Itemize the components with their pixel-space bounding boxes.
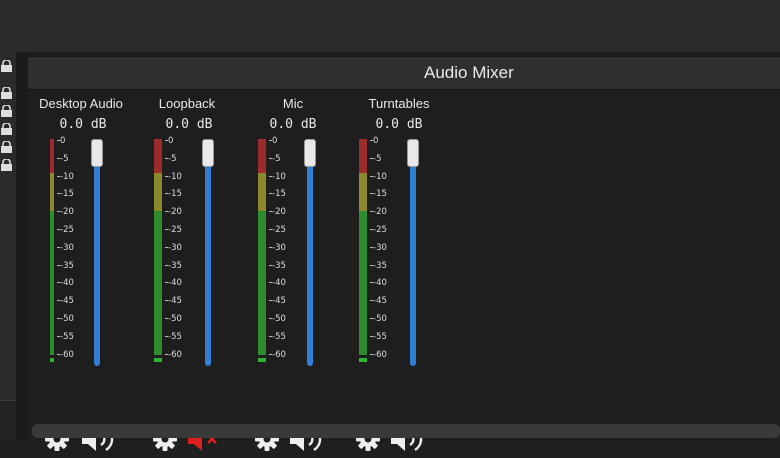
meter-tick-label: -30 <box>370 242 387 253</box>
lock-icon[interactable] <box>0 60 13 72</box>
meter-tick-label: -55 <box>57 331 74 342</box>
audio-mixer-dock: Audio Mixer Desktop Audio 0.0 dB 0 -5 -10 -… <box>28 52 780 452</box>
mixer-channel-loopback: Loopback 0.0 dB 0 -5 -10 -15 -20 -25 -30 -35 -40… <box>136 94 246 451</box>
meter-tick-label: -45 <box>370 296 387 307</box>
meter-tick-label: -25 <box>269 225 286 235</box>
meter-scale: 0 -5 -10 -15 -20 -25 -30 -35 -40 -45 -50 -55 -60 <box>268 136 304 360</box>
meter-tick-label: -20 <box>165 207 182 218</box>
meter-tick-label: -50 <box>165 314 182 324</box>
meter-tick-label: -25 <box>370 225 387 235</box>
peak-indicator <box>50 358 54 362</box>
peak-indicator <box>154 358 162 362</box>
mixer-channel-mic: Mic 0.0 dB 0 -5 -10 -15 -20 -25 -30 -35 -40 -45 -5… <box>240 94 350 452</box>
meter-tick-label: -5 <box>268 153 281 164</box>
meter-tick-label: -5 <box>56 153 69 164</box>
meter-tick-label: -50 <box>269 314 286 324</box>
meter-tick-label: 0 <box>369 136 379 146</box>
volume-slider-track[interactable] <box>94 152 100 366</box>
left-panel-footer <box>0 400 16 441</box>
lock-icon[interactable] <box>0 105 13 117</box>
volume-slider-track[interactable] <box>410 152 416 366</box>
level-meter <box>154 139 162 355</box>
volume-slider-handle[interactable] <box>407 139 419 167</box>
channel-name: Desktop Audio <box>39 96 123 111</box>
meter-tick-label: -20 <box>269 207 286 218</box>
meter-tick-label: -20 <box>370 207 387 218</box>
horizontal-scrollbar[interactable] <box>32 424 780 438</box>
mixer-channel-desktop-audio: Desktop Audio 0.0 dB 0 -5 -10 -15 -20 -25 -30 -… <box>28 94 138 452</box>
meter-tick-label: -35 <box>165 260 182 271</box>
level-meter <box>50 139 54 355</box>
meter-tick-label: -55 <box>269 331 286 342</box>
meter-tick-label: -40 <box>57 278 74 289</box>
meter-tick-label: -60 <box>269 349 286 360</box>
channel-volume-db: 0.0 dB <box>269 117 317 132</box>
meter-tick-label: -25 <box>165 225 182 235</box>
meter-tick-label: -50 <box>57 314 74 324</box>
meter-tick-label: -35 <box>57 260 74 271</box>
lock-icon[interactable] <box>0 123 13 135</box>
meter-tick-label: -40 <box>269 278 286 289</box>
peak-indicator <box>258 358 266 362</box>
meter-tick-label: -15 <box>165 189 182 200</box>
level-meter <box>359 139 367 355</box>
meter-tick-label: -15 <box>370 189 387 200</box>
lock-icon[interactable] <box>0 87 13 99</box>
meter-tick-label: -5 <box>369 153 382 164</box>
left-dock-panel <box>0 52 17 441</box>
lock-icon[interactable] <box>0 159 13 171</box>
channel-volume-db: 0.0 dB <box>375 117 423 132</box>
volume-slider-handle[interactable] <box>304 139 316 167</box>
meter-tick-label: -40 <box>370 278 387 289</box>
dock-title-bar[interactable]: Audio Mixer <box>28 58 780 90</box>
dock-title: Audio Mixer <box>424 63 514 82</box>
meter-tick-label: -10 <box>165 171 182 182</box>
meter-tick-label: -10 <box>269 171 286 182</box>
volume-slider-handle[interactable] <box>91 139 103 167</box>
volume-slider-handle[interactable] <box>202 139 214 167</box>
channel-name: Turntables <box>368 96 430 111</box>
meter-tick-label: 0 <box>268 136 278 146</box>
meter-tick-label: -25 <box>57 225 74 235</box>
meter-tick-label: -35 <box>269 260 286 271</box>
meter-tick-label: -5 <box>164 153 177 164</box>
meter-tick-label: -20 <box>57 207 74 218</box>
volume-slider-track[interactable] <box>307 152 313 366</box>
channel-volume-db: 0.0 dB <box>59 117 107 132</box>
meter-tick-label: -30 <box>165 242 182 253</box>
top-toolbar-area <box>0 0 780 52</box>
channel-name: Mic <box>282 96 304 111</box>
meter-scale: 0 -5 -10 -15 -20 -25 -30 -35 -40 -45 -50 -55 -60 <box>164 136 200 360</box>
meter-scale: 0 -5 -10 -15 -20 -25 -30 -35 -40 -45 -50 -55 -60 <box>369 136 405 360</box>
level-meter <box>258 139 266 355</box>
meter-tick-label: -60 <box>57 349 74 360</box>
channel-name: Loopback <box>158 96 216 111</box>
mixer-channel-turntables: Turntables 0.0 dB 0 -5 -10 -15 -20 -25 -30 -35 -… <box>342 94 452 452</box>
meter-tick-label: -55 <box>370 331 387 342</box>
meter-tick-label: 0 <box>164 136 174 146</box>
meter-tick-label: -45 <box>57 296 74 307</box>
meter-tick-label: -55 <box>165 331 182 342</box>
meter-tick-label: 0 <box>56 136 66 146</box>
peak-indicator <box>359 358 367 362</box>
meter-tick-label: -40 <box>165 278 182 289</box>
meter-tick-label: -30 <box>57 242 74 253</box>
meter-scale: 0 -5 -10 -15 -20 -25 -30 -35 -40 -45 -50 -55 -60 <box>56 136 92 360</box>
meter-tick-label: -50 <box>370 314 387 324</box>
meter-tick-label: -15 <box>269 189 286 200</box>
meter-tick-label: -10 <box>370 171 387 182</box>
volume-slider-track[interactable] <box>205 152 211 366</box>
meter-tick-label: -35 <box>370 260 387 271</box>
lock-icon[interactable] <box>0 141 13 153</box>
meter-tick-label: -30 <box>269 242 286 253</box>
channel-volume-db: 0.0 dB <box>165 117 213 132</box>
meter-tick-label: -45 <box>269 296 286 307</box>
meter-tick-label: -45 <box>165 296 182 307</box>
meter-tick-label: -60 <box>370 349 387 360</box>
meter-tick-label: -10 <box>57 171 74 182</box>
meter-tick-label: -15 <box>57 189 74 200</box>
meter-tick-label: -60 <box>165 349 182 360</box>
